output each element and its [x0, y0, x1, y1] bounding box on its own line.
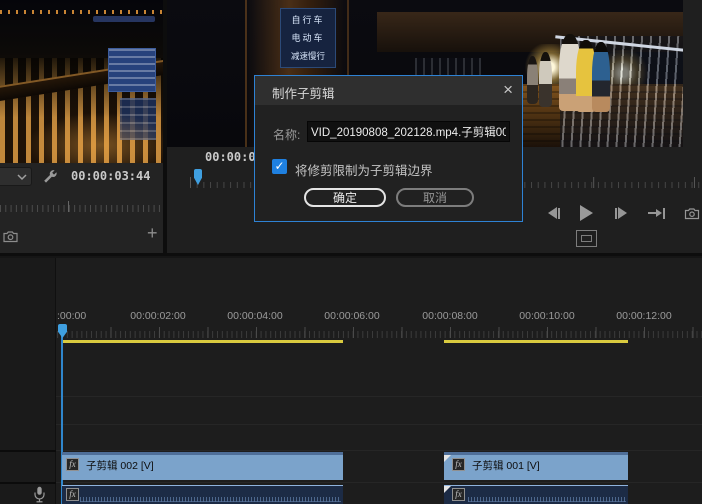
clip-start-notch: [444, 486, 451, 493]
export-frame-camera-icon[interactable]: [682, 205, 702, 221]
track-lane-line: [56, 450, 702, 451]
ruler-label: 00:00:04:00: [227, 310, 283, 322]
fx-badge: fx: [452, 458, 465, 471]
ruler-label: 00:00:12:00: [616, 310, 672, 322]
subclip-name-input[interactable]: [307, 121, 510, 142]
clip-start-notch: [444, 455, 451, 462]
source-video-lights: [0, 10, 163, 14]
sign-line: 自行车: [291, 15, 325, 25]
ruler-label: 00:00:08:00: [422, 310, 478, 322]
go-to-out-icon[interactable]: [646, 205, 666, 221]
settings-wrench-icon[interactable]: [41, 168, 57, 184]
source-timecode[interactable]: 00:00:03:44: [71, 169, 150, 183]
timeline-panel: :00:00 00:00:02:00 00:00:04:00 00:00:06:…: [0, 258, 702, 504]
track-lane-line: [56, 396, 702, 397]
step-back-icon[interactable]: [544, 205, 564, 221]
track-separator: [0, 450, 56, 452]
play-icon[interactable]: [576, 205, 596, 221]
timeline-ruler[interactable]: [56, 325, 702, 338]
clip-range-bar: [444, 340, 628, 343]
video-traffic-sign: 自行车 电动车 减速慢行: [280, 8, 336, 68]
sign-line: 减速慢行: [290, 51, 325, 61]
timeline-clip-audio[interactable]: fx: [444, 485, 628, 504]
video-pedestrian: [592, 42, 610, 112]
ruler-label: 00:00:02:00: [130, 310, 186, 322]
audio-waveform: [80, 497, 341, 502]
video-pedestrian: [527, 56, 538, 104]
clip-label: 子剪辑 001 [V]: [472, 460, 540, 472]
track-header-column: [0, 258, 56, 504]
step-forward-icon[interactable]: [611, 205, 631, 221]
trim-restrict-label: 将修剪限制为子剪辑边界: [295, 164, 433, 178]
close-icon[interactable]: ×: [503, 80, 513, 100]
ruler-label: :00:00: [57, 310, 87, 322]
timeline-clip-video[interactable]: fx 子剪辑 002 [V]: [62, 452, 343, 480]
source-monitor-panel: 00:00:03:44 +: [0, 0, 163, 256]
clip-label: 子剪辑 002 [V]: [86, 460, 154, 472]
sign-line: 电动车: [291, 33, 325, 43]
dialog-title: 制作子剪辑: [272, 87, 335, 101]
program-timecode[interactable]: 00:00:0: [205, 150, 256, 164]
button-editor-plus-icon[interactable]: +: [147, 224, 158, 242]
premiere-workspace: 00:00:03:44 + 自行车 电动车 减速慢行 00:00:0:00:0…: [0, 0, 702, 504]
cancel-button[interactable]: 取消: [396, 188, 474, 207]
fx-badge: fx: [452, 488, 465, 501]
timeline-clip-audio[interactable]: fx: [62, 485, 343, 504]
chevron-down-icon: [17, 174, 27, 181]
track-lane-line: [56, 482, 702, 483]
safe-margins-icon[interactable]: [576, 230, 597, 247]
video-pedestrian: [539, 52, 552, 107]
audio-waveform: [468, 497, 626, 502]
track-separator: [0, 482, 56, 484]
fx-badge: fx: [66, 458, 79, 471]
ok-button[interactable]: 确定: [304, 188, 386, 207]
microphone-icon[interactable]: [33, 486, 46, 503]
dialog-titlebar[interactable]: 制作子剪辑 ×: [255, 76, 522, 105]
export-frame-icon[interactable]: [3, 230, 18, 243]
track-lane-line: [56, 424, 702, 425]
source-video-blue-streak: [93, 16, 155, 22]
source-video-frame: [0, 0, 163, 163]
source-mini-ruler[interactable]: [0, 199, 163, 212]
fx-badge: fx: [66, 488, 79, 501]
source-video-sign: [108, 48, 156, 92]
source-video-glow: [20, 110, 163, 163]
ruler-label: 00:00:06:00: [324, 310, 380, 322]
clip-range-bar: [62, 340, 343, 343]
zoom-level-dropdown[interactable]: [0, 167, 32, 186]
make-subclip-dialog: 制作子剪辑 × 名称: ✓ 将修剪限制为子剪辑边界 确定 取消: [254, 75, 523, 222]
name-field-label: 名称:: [273, 128, 301, 142]
trim-restrict-checkbox[interactable]: ✓: [272, 159, 287, 174]
timeline-clip-video[interactable]: fx 子剪辑 001 [V]: [444, 452, 628, 480]
ruler-label: 00:00:10:00: [519, 310, 575, 322]
